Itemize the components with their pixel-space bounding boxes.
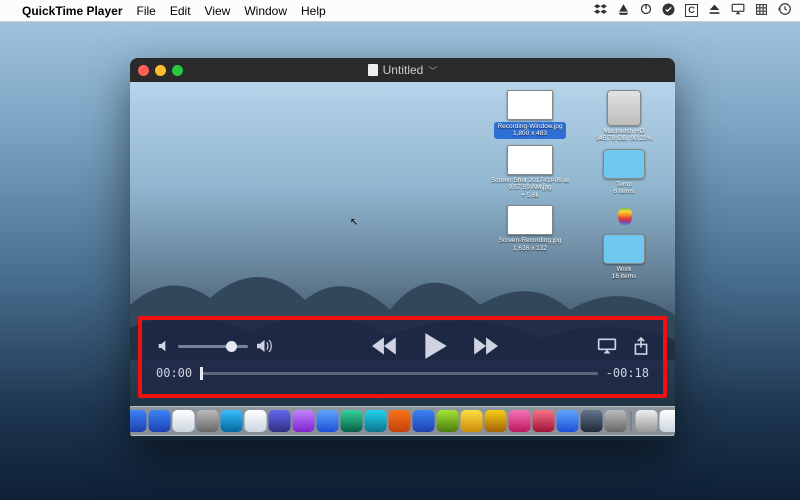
elapsed-time: 00:00 <box>156 366 192 380</box>
menubar: QuickTime Player File Edit View Window H… <box>0 0 800 22</box>
folder-icon <box>603 234 645 264</box>
volume-knob[interactable] <box>226 341 237 352</box>
desktop-left-column: Recording-Window.jpg1,800 x 483 Screen S… <box>485 90 575 252</box>
dock-app[interactable] <box>172 410 194 432</box>
dock-app[interactable] <box>340 410 362 432</box>
google-drive-icon[interactable] <box>617 3 630 19</box>
checkmark-icon[interactable] <box>662 3 675 19</box>
titlebar[interactable]: Untitled ﹀ <box>130 58 675 82</box>
volume-high-icon <box>254 337 272 355</box>
dock-app[interactable] <box>220 410 242 432</box>
window-title-text: Untitled <box>383 63 424 77</box>
scrubber[interactable] <box>200 372 598 375</box>
drive-icon <box>607 90 641 126</box>
volume-control[interactable] <box>156 337 272 355</box>
cursor-icon: ↖ <box>350 217 358 228</box>
apple-rainbow-icon <box>613 202 635 228</box>
dock-app[interactable] <box>196 410 218 432</box>
dropbox-icon[interactable] <box>594 3 607 19</box>
dock-app[interactable] <box>148 410 170 432</box>
dock-app[interactable] <box>130 410 146 432</box>
window-title[interactable]: Untitled ﹀ <box>130 63 675 77</box>
volume-low-icon <box>156 338 172 354</box>
dock-app[interactable] <box>292 410 314 432</box>
chevron-down-icon: ﹀ <box>428 64 437 77</box>
dock-app[interactable] <box>604 410 626 432</box>
dock-app[interactable] <box>659 410 675 432</box>
dock-app[interactable] <box>508 410 530 432</box>
power-icon[interactable] <box>640 3 652 18</box>
menu-window[interactable]: Window <box>244 4 287 18</box>
menu-file[interactable]: File <box>137 4 156 18</box>
dock-separator <box>630 411 631 431</box>
desktop-item-folder[interactable]: Temp6 items <box>585 149 663 196</box>
airplay-button[interactable] <box>597 337 617 355</box>
dock-app[interactable] <box>484 410 506 432</box>
airplay-icon[interactable] <box>731 3 745 18</box>
remaining-time: -00:18 <box>606 366 649 380</box>
share-button[interactable] <box>633 336 649 356</box>
play-button[interactable] <box>422 331 448 361</box>
image-thumb-icon <box>507 145 553 175</box>
dock-app[interactable] <box>436 410 458 432</box>
desktop-item-drive[interactable]: Macintosh HD345.78 GB, 90.23% <box>585 90 663 143</box>
menu-edit[interactable]: Edit <box>170 4 191 18</box>
app-menu[interactable]: QuickTime Player <box>22 4 123 18</box>
menu-help[interactable]: Help <box>301 4 326 18</box>
desktop-item-image[interactable]: Recording-Window.jpg1,800 x 483 <box>485 90 575 139</box>
desktop-item-image[interactable]: Screen Shot 2017-03-06 at 9.57.59 AM.jpg… <box>485 145 575 199</box>
video-canvas: ↖ Macintosh HD345.78 GB, 90.23% Temp6 it… <box>130 82 675 440</box>
rewind-button[interactable] <box>372 335 398 357</box>
dock-app[interactable] <box>412 410 434 432</box>
folder-icon <box>603 149 645 179</box>
dock-app[interactable] <box>364 410 386 432</box>
dock-app[interactable] <box>316 410 338 432</box>
desktop-item-logo[interactable] <box>585 202 663 228</box>
desktop-item-folder[interactable]: Work16 items <box>585 234 663 281</box>
dock-app[interactable] <box>268 410 290 432</box>
quicktime-window: Untitled ﹀ ↖ Macintosh HD345.78 GB, 90.2… <box>130 58 675 440</box>
image-thumb-icon <box>507 90 553 120</box>
dock-app[interactable] <box>635 410 657 432</box>
dock-app[interactable] <box>532 410 554 432</box>
volume-slider[interactable] <box>178 345 248 348</box>
dock-app[interactable] <box>460 410 482 432</box>
eject-icon[interactable] <box>708 3 721 19</box>
playhead[interactable] <box>200 367 203 380</box>
time-machine-icon[interactable] <box>778 2 792 19</box>
dock-app[interactable] <box>244 410 266 432</box>
c-square-icon[interactable]: C <box>685 4 698 17</box>
desktop-right-column: Macintosh HD345.78 GB, 90.23% Temp6 item… <box>585 90 663 281</box>
dock-app[interactable] <box>556 410 578 432</box>
fast-forward-button[interactable] <box>472 335 498 357</box>
desktop-item-image[interactable]: Screen-Recording.jpg1,636 x 132 <box>485 205 575 252</box>
document-icon <box>368 64 378 76</box>
grid-icon[interactable] <box>755 3 768 19</box>
playback-controls: 00:00 -00:18 <box>138 316 667 398</box>
dock-app[interactable] <box>388 410 410 432</box>
dock <box>130 406 675 436</box>
image-thumb-icon <box>507 205 553 235</box>
menu-view[interactable]: View <box>205 4 231 18</box>
dock-app[interactable] <box>580 410 602 432</box>
